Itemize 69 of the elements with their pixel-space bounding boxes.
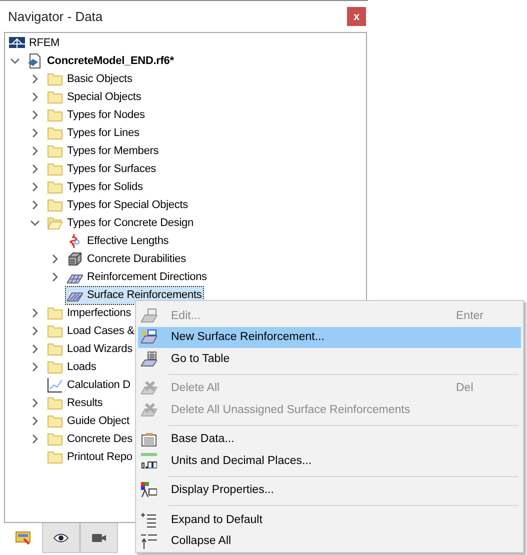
folder-icon [47, 431, 63, 447]
folder-icon [47, 359, 63, 375]
tree-item[interactable]: Types for Lines [45, 124, 142, 142]
folder-icon [47, 197, 63, 213]
delete-icon [141, 380, 157, 396]
folder-icon [47, 89, 63, 105]
folder-icon [47, 305, 63, 321]
menu-item[interactable]: Units and Decimal Places... [138, 450, 521, 472]
plate-icon [141, 308, 157, 324]
tab[interactable] [80, 523, 118, 553]
tree-item[interactable]: Types for Surfaces [45, 160, 158, 178]
tree-item[interactable]: Printout Repo [45, 448, 134, 466]
shortcut-label: Enter [456, 310, 484, 322]
clipboard-icon [141, 431, 157, 448]
folder-icon [47, 107, 63, 123]
folder-icon [47, 449, 63, 465]
block-icon [67, 251, 83, 267]
display-properties-icon [141, 482, 157, 498]
tree-item[interactable]: RFEM [7, 34, 62, 52]
tree-item[interactable]: ConcreteModel_END.rf6* [25, 52, 176, 70]
tree-item[interactable]: Basic Objects [45, 70, 134, 88]
folder-icon [47, 125, 63, 141]
folder-icon [47, 395, 63, 411]
tree-item[interactable]: Reinforcement Directions [65, 268, 209, 286]
tree-item[interactable]: Types for Special Objects [45, 196, 190, 214]
new-plate-icon [141, 329, 157, 346]
tree-item[interactable]: Imperfections [45, 304, 134, 322]
menu-item[interactable]: Expand to Default [138, 509, 521, 530]
folder-icon [47, 143, 63, 159]
folder-icon [47, 341, 63, 357]
tree-item[interactable]: Loads [45, 358, 98, 376]
tree-item[interactable]: Effective Lengths [65, 232, 171, 250]
menu-item[interactable]: Go to Table [138, 348, 521, 370]
folder-icon [47, 71, 63, 87]
menu-item[interactable]: Base Data... [138, 428, 521, 450]
chart-icon [47, 377, 63, 393]
table-plate-icon [141, 350, 157, 367]
folder-icon [47, 413, 63, 429]
shortcut-label: Del [456, 382, 474, 394]
tree-item[interactable]: Types for Concrete Design [45, 214, 196, 232]
tree-item[interactable]: Types for Nodes [45, 106, 147, 124]
tree-item[interactable]: Types for Solids [45, 178, 145, 196]
tree-item[interactable]: Types for Members [45, 142, 161, 160]
window-title: Navigator - Data [8, 9, 103, 24]
tree-item[interactable]: Surface Reinforcements [65, 286, 204, 304]
folder-icon [47, 323, 63, 339]
expand-list-icon [141, 512, 157, 528]
tree-item[interactable]: Load Cases & [45, 322, 136, 340]
close-button[interactable]: x [347, 7, 366, 26]
tree-item[interactable]: Concrete Des [45, 430, 134, 448]
tree-item[interactable]: Load Wizards [45, 340, 134, 358]
delete-icon [141, 402, 157, 418]
tree-item[interactable]: Results [45, 394, 105, 412]
open-folder-icon [47, 215, 63, 231]
navigator-icon [15, 530, 31, 546]
tree-item[interactable]: Guide Object [45, 412, 132, 430]
tree-item[interactable]: Calculation D [45, 376, 132, 394]
menu-item[interactable]: New Surface Reinforcement... [138, 326, 521, 348]
collapse-list-icon [141, 533, 157, 550]
units-icon [141, 452, 157, 469]
tree-item[interactable]: Concrete Durabilities [65, 250, 188, 268]
menu-item[interactable]: Collapse All [138, 530, 521, 552]
tab[interactable] [42, 523, 80, 553]
structure-icon [9, 35, 25, 51]
document-icon [27, 53, 43, 69]
menu-item[interactable]: Display Properties... [138, 480, 521, 501]
tree-item[interactable]: Special Objects [45, 88, 144, 106]
folder-icon [47, 161, 63, 177]
folder-icon [47, 179, 63, 195]
